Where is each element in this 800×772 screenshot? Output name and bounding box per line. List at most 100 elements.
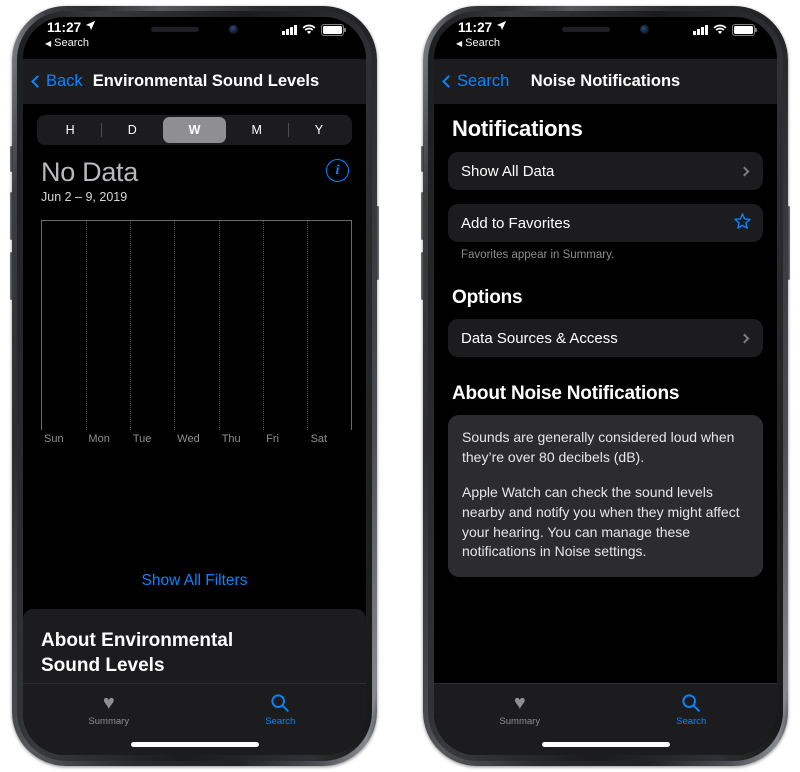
chart-gridline xyxy=(306,221,308,430)
chart-x-label: Sat xyxy=(310,433,328,445)
tab-search-label: Search xyxy=(265,716,296,727)
chart-x-label: Wed xyxy=(177,433,200,445)
chart-gridline xyxy=(86,221,88,430)
volume-down-button[interactable] xyxy=(10,252,13,300)
section-title-options: Options xyxy=(452,287,523,308)
search-icon xyxy=(270,693,290,713)
status-time-label: 11:27 xyxy=(47,20,82,35)
status-back-label: Search xyxy=(465,37,501,49)
chart-x-axis-labels: Sun Mon Tue Wed Thu Fri Sat xyxy=(41,433,352,451)
page-title: Noise Notifications xyxy=(530,72,681,90)
tab-summary-label: Summary xyxy=(88,716,130,727)
chevron-left-icon xyxy=(31,75,44,88)
power-button[interactable] xyxy=(787,206,790,280)
segment-month[interactable]: M xyxy=(226,117,288,143)
chevron-right-icon xyxy=(739,333,750,343)
about-title-left: About Environmental Sound Levels xyxy=(41,630,234,676)
notch xyxy=(108,17,281,44)
wifi-icon xyxy=(302,24,316,35)
segment-hour[interactable]: H xyxy=(39,117,101,143)
row-add-to-favorites[interactable]: Add to Favorites xyxy=(448,204,763,242)
earpiece-speaker xyxy=(151,27,199,32)
segment-day[interactable]: D xyxy=(101,117,163,143)
front-camera-icon xyxy=(640,25,649,34)
volume-up-button[interactable] xyxy=(10,192,13,240)
status-indicators xyxy=(693,24,758,36)
back-triangle-icon: ◀ xyxy=(456,38,463,48)
screenshot-stage: 11:27 ◀ Search Back Environmental Sound … xyxy=(0,0,800,772)
section-title-notifications: Notifications xyxy=(452,116,583,141)
status-back-label: Search xyxy=(54,37,90,49)
chevron-right-icon xyxy=(739,166,750,176)
location-arrow-icon xyxy=(85,19,96,34)
row-data-sources-access[interactable]: Data Sources & Access xyxy=(448,319,763,357)
phone-screen-right: 11:27 ◀ Search Search Noise Notification… xyxy=(434,17,777,755)
about-paragraph-2: Apple Watch can check the sound levels n… xyxy=(462,483,740,560)
status-time-label: 11:27 xyxy=(458,20,493,35)
back-button[interactable]: Back xyxy=(31,72,83,91)
nav-bar-right: Search Noise Notifications xyxy=(434,59,777,104)
volume-down-button[interactable] xyxy=(421,252,424,300)
nav-bar-left: Back Environmental Sound Levels xyxy=(23,59,366,104)
favorites-footnote: Favorites appear in Summary. xyxy=(461,249,615,261)
status-back-to-search[interactable]: ◀ Search xyxy=(456,37,500,49)
front-camera-icon xyxy=(229,25,238,34)
row-show-all-data[interactable]: Show All Data xyxy=(448,152,763,190)
range-segmented-control[interactable]: H D W M Y xyxy=(37,115,352,145)
status-time: 11:27 xyxy=(47,20,96,35)
cellular-signal-icon xyxy=(693,25,708,35)
chart-x-label: Mon xyxy=(88,433,110,445)
status-time: 11:27 xyxy=(458,20,507,35)
volume-up-button[interactable] xyxy=(421,192,424,240)
tab-summary-label: Summary xyxy=(499,716,541,727)
star-icon[interactable] xyxy=(733,212,752,234)
search-icon xyxy=(681,693,701,713)
status-indicators xyxy=(282,24,347,36)
battery-icon xyxy=(321,24,347,36)
location-arrow-icon xyxy=(496,19,507,34)
chart-date-range: Jun 2 – 9, 2019 xyxy=(41,190,128,204)
chart-plot-wrap: Sun Mon Tue Wed Thu Fri Sat xyxy=(41,220,352,451)
back-triangle-icon: ◀ xyxy=(45,38,52,48)
earpiece-speaker xyxy=(562,27,610,32)
cellular-signal-icon xyxy=(282,25,297,35)
segment-week[interactable]: W xyxy=(163,117,226,143)
row-label: Show All Data xyxy=(461,162,555,180)
show-all-filters-link[interactable]: Show All Filters xyxy=(23,572,366,590)
wifi-icon xyxy=(713,24,727,35)
chart-gridline xyxy=(174,221,176,430)
info-icon[interactable]: i xyxy=(326,159,349,182)
chart-x-label: Tue xyxy=(132,433,152,445)
phone-screen-left: 11:27 ◀ Search Back Environmental Sound … xyxy=(23,17,366,755)
chart-gridline xyxy=(130,221,132,430)
chart-value: No Data xyxy=(41,157,138,187)
home-indicator[interactable] xyxy=(541,742,670,747)
phone-right: 11:27 ◀ Search Search Noise Notification… xyxy=(421,6,790,766)
notch xyxy=(519,17,692,44)
status-back-to-search[interactable]: ◀ Search xyxy=(45,37,89,49)
home-indicator[interactable] xyxy=(130,742,259,747)
about-text-card: Sounds are generally considered loud whe… xyxy=(448,415,763,578)
chart-header: No Data Jun 2 – 9, 2019 i xyxy=(23,145,366,204)
tab-search-label: Search xyxy=(676,716,707,727)
silent-switch[interactable] xyxy=(10,146,13,172)
battery-icon xyxy=(732,24,758,36)
range-selector-wrap: H D W M Y xyxy=(23,104,366,145)
segment-year[interactable]: Y xyxy=(287,117,350,143)
row-label: Data Sources & Access xyxy=(461,329,618,347)
chart-x-label: Thu xyxy=(221,433,241,445)
page-title: Environmental Sound Levels xyxy=(92,72,320,90)
power-button[interactable] xyxy=(376,206,379,280)
row-label: Add to Favorites xyxy=(461,214,571,232)
heart-icon: ♥ xyxy=(102,692,115,714)
chart-plot-area xyxy=(41,220,352,430)
chart-x-label: Sun xyxy=(44,433,64,445)
chart-gridline xyxy=(262,221,264,430)
back-button-label: Back xyxy=(46,72,83,90)
content-left: H D W M Y No Data Jun 2 – 9, 2019 i Sun M… xyxy=(23,104,366,755)
heart-icon: ♥ xyxy=(513,692,526,714)
silent-switch[interactable] xyxy=(421,146,424,172)
about-paragraph-1: Sounds are generally considered loud whe… xyxy=(462,429,735,465)
phone-left: 11:27 ◀ Search Back Environmental Sound … xyxy=(10,6,379,766)
settings-list: Notifications Show All Data Add to Favor… xyxy=(434,104,777,755)
